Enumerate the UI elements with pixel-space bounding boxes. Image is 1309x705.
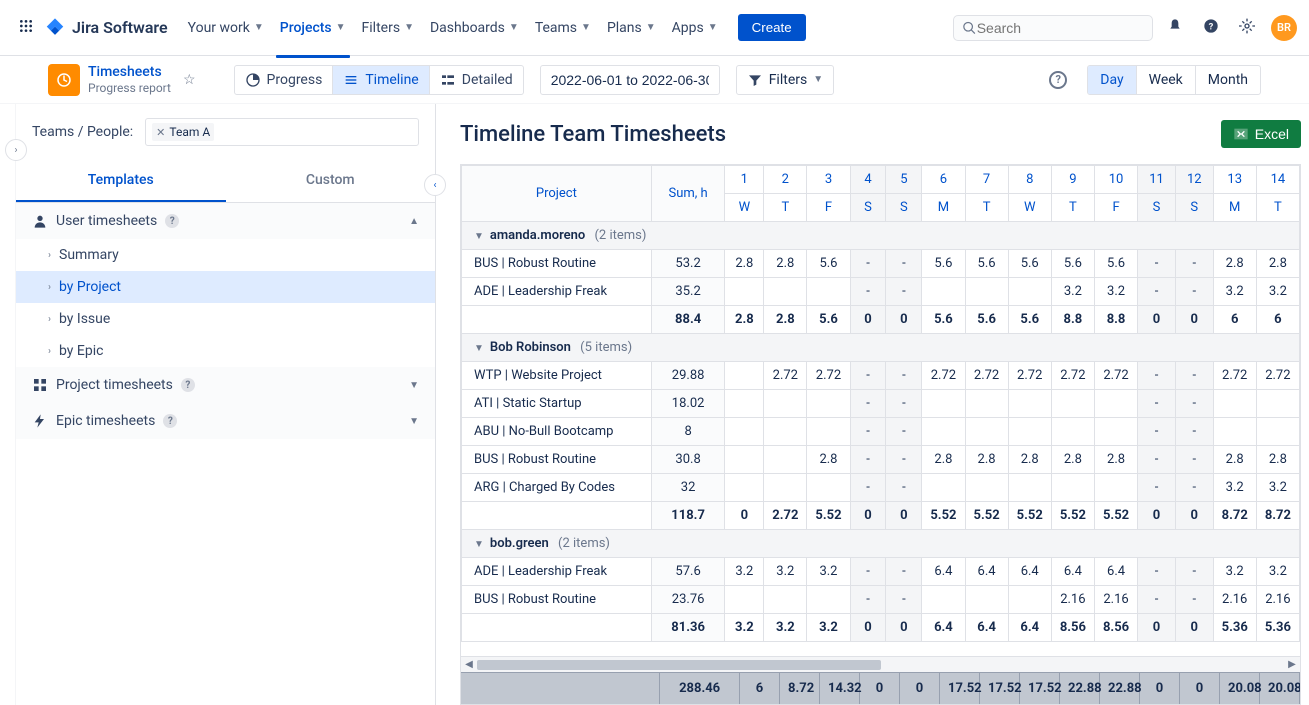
create-button[interactable]: Create bbox=[738, 14, 806, 41]
scroll-left-icon[interactable]: ◀ bbox=[461, 659, 477, 670]
table-row: ARG | Charged By Codes32----3.23.2 bbox=[462, 474, 1300, 502]
gran-month[interactable]: Month bbox=[1195, 66, 1260, 94]
help-badge-icon[interactable]: ? bbox=[165, 214, 179, 228]
nav-teams[interactable]: Teams▼ bbox=[527, 12, 599, 44]
star-icon[interactable]: ☆ bbox=[179, 68, 200, 92]
gran-week[interactable]: Week bbox=[1136, 66, 1195, 94]
jira-logo[interactable]: Jira Software bbox=[44, 17, 168, 39]
search-input[interactable] bbox=[977, 20, 1144, 36]
bolt-icon bbox=[32, 413, 48, 429]
horizontal-scrollbar[interactable]: ◀ ▶ bbox=[461, 656, 1300, 672]
page-title: Timeline Team Timesheets bbox=[460, 122, 726, 147]
scroll-right-icon[interactable]: ▶ bbox=[1284, 659, 1300, 670]
help-icon[interactable]: ? bbox=[1197, 12, 1225, 44]
section-user-timesheets[interactable]: User timesheets ? ▲ bbox=[16, 203, 435, 239]
content-area: Timeline Team Timesheets Excel ProjectSu… bbox=[436, 104, 1309, 705]
grid-icon bbox=[32, 377, 48, 393]
filter-icon bbox=[747, 72, 763, 88]
help-badge-icon[interactable]: ? bbox=[163, 414, 177, 428]
sidebar-tab-custom[interactable]: Custom bbox=[226, 160, 436, 202]
left-rail: › bbox=[0, 104, 16, 705]
nav-your-work[interactable]: Your work▼ bbox=[180, 12, 272, 44]
app-switcher-icon[interactable] bbox=[12, 12, 40, 44]
table-row: BUS | Robust Routine30.82.8--2.82.82.82.… bbox=[462, 446, 1300, 474]
nav-projects[interactable]: Projects▼ bbox=[272, 12, 354, 44]
table-row: ABU | No-Bull Bootcamp8---- bbox=[462, 418, 1300, 446]
user-icon bbox=[32, 213, 48, 229]
svg-text:?: ? bbox=[1209, 21, 1214, 32]
sidebar: ‹ Teams / People: ✕Team A TemplatesCusto… bbox=[16, 104, 436, 705]
top-nav: Jira Software Your work▼Projects▼Filters… bbox=[0, 0, 1309, 56]
settings-icon[interactable] bbox=[1233, 12, 1261, 44]
chevron-down-icon: ▼ bbox=[409, 416, 419, 427]
view-timeline[interactable]: Timeline bbox=[333, 65, 429, 95]
tree-item-by-project[interactable]: ›by Project bbox=[16, 271, 435, 303]
date-range-input[interactable] bbox=[540, 65, 720, 95]
tree-item-by-epic[interactable]: ›by Epic bbox=[16, 335, 435, 367]
table-row: ADE | Leadership Freak35.2--3.23.2--3.23… bbox=[462, 278, 1300, 306]
group-row[interactable]: ▼amanda.moreno (2 items) bbox=[462, 222, 1300, 250]
chevron-down-icon: ▼ bbox=[409, 380, 419, 391]
granularity-toggle: DayWeekMonth bbox=[1087, 65, 1261, 95]
team-tag: ✕Team A bbox=[152, 123, 214, 141]
nav-filters[interactable]: Filters▼ bbox=[354, 12, 422, 44]
nav-apps[interactable]: Apps▼ bbox=[664, 12, 726, 44]
subtotal-row: 118.702.725.52005.525.525.525.525.52008.… bbox=[462, 502, 1300, 530]
table-row: WTP | Website Project29.882.722.72--2.72… bbox=[462, 362, 1300, 390]
help-badge-icon[interactable]: ? bbox=[181, 378, 195, 392]
sub-header: Timesheets Progress report ☆ ProgressTim… bbox=[0, 56, 1309, 104]
report-title: Timesheets Progress report bbox=[88, 64, 171, 95]
export-excel-button[interactable]: Excel bbox=[1221, 120, 1301, 148]
excel-icon bbox=[1233, 126, 1249, 142]
section-epic-timesheets[interactable]: Epic timesheets ? ▼ bbox=[16, 403, 435, 439]
group-row[interactable]: ▼Bob Robinson (5 items) bbox=[462, 334, 1300, 362]
teams-input[interactable]: ✕Team A bbox=[145, 118, 419, 146]
remove-tag-icon[interactable]: ✕ bbox=[156, 126, 165, 139]
table-row: ADE | Leadership Freak57.63.23.23.2--6.4… bbox=[462, 558, 1300, 586]
subtotal-row: 81.363.23.23.2006.46.46.48.568.56005.365… bbox=[462, 614, 1300, 642]
filters-button[interactable]: Filters ▼ bbox=[736, 65, 834, 95]
view-detailed[interactable]: Detailed bbox=[430, 65, 524, 95]
section-project-timesheets[interactable]: Project timesheets ? ▼ bbox=[16, 367, 435, 403]
tree-item-by-issue[interactable]: ›by Issue bbox=[16, 303, 435, 335]
sidebar-tab-templates[interactable]: Templates bbox=[16, 160, 226, 202]
gran-day[interactable]: Day bbox=[1088, 66, 1135, 94]
user-avatar[interactable]: BR bbox=[1271, 15, 1297, 41]
table-row: BUS | Robust Routine23.76--2.162.16--2.1… bbox=[462, 586, 1300, 614]
group-row[interactable]: ▼bob.green (2 items) bbox=[462, 530, 1300, 558]
table-row: BUS | Robust Routine53.22.82.85.6--5.65.… bbox=[462, 250, 1300, 278]
timesheet-table: ProjectSum, h1234567891011121314WTFSSMTW… bbox=[460, 164, 1301, 705]
sidebar-tabs: TemplatesCustom bbox=[16, 160, 435, 203]
context-help-icon[interactable]: ? bbox=[1049, 71, 1067, 89]
collapse-sidebar-icon[interactable]: ‹ bbox=[424, 174, 446, 196]
view-mode-group: ProgressTimelineDetailed bbox=[234, 65, 524, 95]
teams-label: Teams / People: bbox=[32, 124, 133, 140]
nav-plans[interactable]: Plans▼ bbox=[599, 12, 664, 44]
grand-total-row: 288.4668.7214.320017.5217.5217.5222.8822… bbox=[461, 672, 1300, 704]
report-icon bbox=[48, 64, 80, 96]
search-box[interactable] bbox=[953, 15, 1153, 41]
notifications-icon[interactable] bbox=[1161, 12, 1189, 44]
view-progress[interactable]: Progress bbox=[234, 65, 334, 95]
search-icon bbox=[962, 20, 977, 36]
table-row: ATI | Static Startup18.02---- bbox=[462, 390, 1300, 418]
tree-item-summary[interactable]: ›Summary bbox=[16, 239, 435, 271]
subtotal-row: 88.42.82.85.6005.65.65.68.88.80066 bbox=[462, 306, 1300, 334]
nav-dashboards[interactable]: Dashboards▼ bbox=[422, 12, 527, 44]
chevron-up-icon: ▲ bbox=[409, 216, 419, 227]
